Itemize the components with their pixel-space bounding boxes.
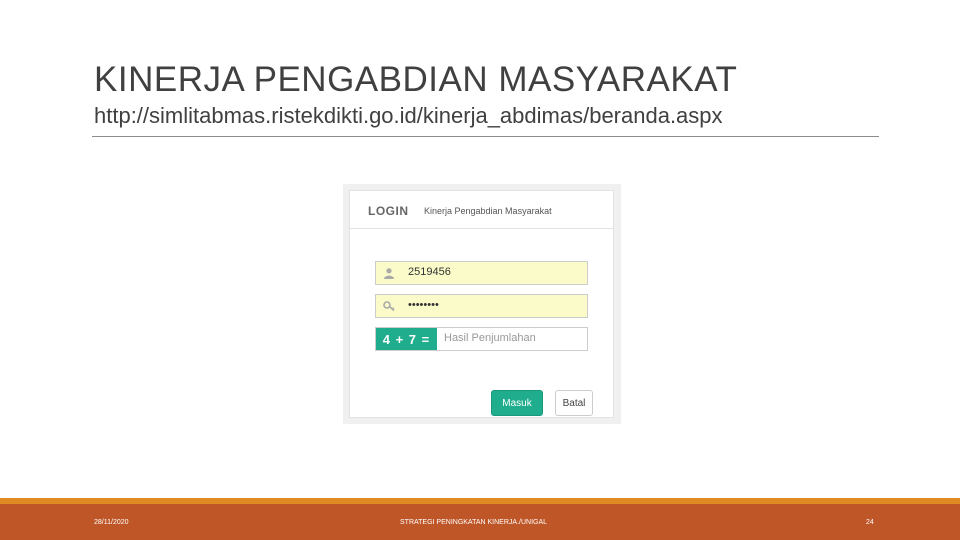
- username-field[interactable]: [375, 261, 588, 285]
- slide-footer: 28/11/2020 STRATEGI PENINGKATAN KINERJA.…: [0, 504, 960, 540]
- username-input[interactable]: [408, 266, 578, 278]
- page-number: 24: [866, 519, 874, 526]
- slide-title: KINERJA PENGABDIAN MASYARAKAT: [94, 60, 738, 99]
- key-icon: [376, 295, 402, 317]
- submit-button[interactable]: Masuk: [491, 390, 543, 416]
- captcha-input[interactable]: [444, 332, 614, 344]
- captcha-question: 4 + 7 =: [376, 328, 437, 350]
- captcha-field[interactable]: 4 + 7 =: [375, 327, 614, 351]
- password-input[interactable]: [408, 299, 578, 311]
- user-icon: [376, 262, 402, 284]
- title-divider: [92, 136, 879, 137]
- login-screenshot: LOGIN Kinerja Pengabdian Masyarakat 4 + …: [343, 184, 621, 424]
- cancel-button[interactable]: Batal: [555, 390, 593, 416]
- footer-text: STRATEGI PENINGKATAN KINERJA./UNIGAL: [400, 519, 548, 526]
- slide-url: http://simlitabmas.ristekdikti.go.id/kin…: [94, 103, 723, 128]
- footer-date: 28/11/2020: [94, 519, 129, 526]
- password-field[interactable]: [375, 294, 588, 318]
- login-subheading: Kinerja Pengabdian Masyarakat: [424, 206, 552, 216]
- login-panel: LOGIN Kinerja Pengabdian Masyarakat 4 + …: [349, 190, 614, 418]
- login-header: LOGIN Kinerja Pengabdian Masyarakat: [350, 191, 613, 229]
- login-heading: LOGIN: [368, 204, 409, 218]
